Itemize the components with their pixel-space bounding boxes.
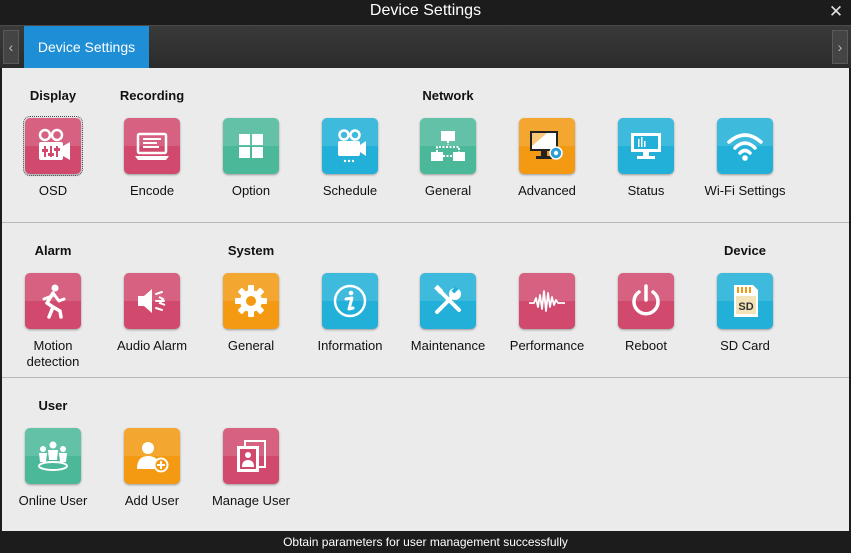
sd-card-button[interactable]: SD SD Card — [695, 273, 795, 354]
sd-card-icon: SD — [717, 273, 773, 329]
sd-card-icon-text: SD — [738, 301, 753, 313]
encode-icon — [124, 118, 180, 174]
chevron-left-icon: ‹ — [8, 39, 14, 55]
section-divider — [2, 222, 849, 223]
performance-label: Performance — [509, 338, 585, 353]
category-network: Network — [422, 88, 474, 103]
information-button[interactable]: Information — [300, 273, 400, 354]
encode-button[interactable]: Encode — [102, 118, 202, 199]
category-alarm: Alarm — [34, 243, 72, 258]
chevron-right-icon: › — [837, 39, 843, 55]
wifi-icon — [717, 118, 773, 174]
power-icon — [618, 273, 674, 329]
section-divider — [2, 377, 849, 378]
tools-icon — [420, 273, 476, 329]
category-device: Device — [724, 243, 766, 258]
reboot-label: Reboot — [625, 338, 667, 353]
system-general-button[interactable]: General — [201, 273, 301, 354]
audio-alarm-button[interactable]: Audio Alarm — [102, 273, 202, 354]
waveform-icon — [519, 273, 575, 329]
advanced-label: Advanced — [518, 183, 576, 198]
motion-detection-button[interactable]: Motion detection — [3, 273, 103, 370]
category-display: Display — [29, 88, 77, 103]
title-bar: Device Settings ✕ — [0, 0, 851, 25]
option-label: Option — [231, 183, 271, 198]
reboot-button[interactable]: Reboot — [596, 273, 696, 354]
monitor-status-icon — [618, 118, 674, 174]
manage-user-icon — [223, 428, 279, 484]
osd-button[interactable]: OSD — [3, 116, 103, 199]
schedule-button[interactable]: Schedule — [300, 118, 400, 199]
motion-detection-label: Motion detection — [3, 338, 103, 370]
sd-card-label: SD Card — [720, 338, 770, 353]
category-recording: Recording — [119, 88, 185, 103]
audio-alarm-label: Audio Alarm — [116, 338, 188, 353]
close-icon: ✕ — [828, 2, 844, 21]
status-button[interactable]: Status — [596, 118, 696, 199]
camera-schedule-icon — [322, 118, 378, 174]
maintenance-label: Maintenance — [410, 338, 486, 353]
motion-detection-label-line2: detection — [26, 354, 80, 369]
gear-icon — [223, 273, 279, 329]
category-system: System — [227, 243, 275, 258]
add-user-label: Add User — [124, 493, 180, 508]
wifi-settings-button[interactable]: Wi-Fi Settings — [695, 118, 795, 199]
manage-user-button[interactable]: Manage User — [201, 428, 301, 509]
advanced-button[interactable]: Advanced — [497, 118, 597, 199]
close-button[interactable]: ✕ — [827, 2, 845, 22]
running-man-icon — [25, 273, 81, 329]
information-label: Information — [317, 338, 383, 353]
encode-label: Encode — [129, 183, 175, 198]
tab-bar: ‹ Device Settings › — [0, 25, 851, 69]
status-label: Status — [627, 183, 665, 198]
add-user-button[interactable]: Add User — [102, 428, 202, 509]
tab-scroll-right-button[interactable]: › — [832, 30, 848, 64]
motion-detection-label-line1: Motion — [33, 338, 73, 353]
network-general-label: General — [424, 183, 472, 198]
users-icon — [25, 428, 81, 484]
status-bar: Obtain parameters for user management su… — [0, 531, 851, 553]
system-general-label: General — [227, 338, 275, 353]
add-user-icon — [124, 428, 180, 484]
grid-icon — [223, 118, 279, 174]
maintenance-button[interactable]: Maintenance — [398, 273, 498, 354]
option-button[interactable]: Option — [201, 118, 301, 199]
online-user-button[interactable]: Online User — [3, 428, 103, 509]
monitor-gear-icon — [519, 118, 575, 174]
schedule-label: Schedule — [322, 183, 378, 198]
osd-label: OSD — [38, 183, 68, 198]
manage-user-label: Manage User — [211, 493, 291, 508]
tab-scroll-left-button[interactable]: ‹ — [3, 30, 19, 64]
speaker-alarm-icon — [124, 273, 180, 329]
tab-device-settings[interactable]: Device Settings — [24, 26, 149, 69]
network-icon — [420, 118, 476, 174]
settings-panel: Display Recording Network OSD Encode Opt… — [2, 68, 849, 531]
wifi-settings-label: Wi-Fi Settings — [704, 183, 786, 198]
performance-button[interactable]: Performance — [497, 273, 597, 354]
network-general-button[interactable]: General — [398, 118, 498, 199]
online-user-label: Online User — [18, 493, 88, 508]
osd-icon — [23, 116, 83, 176]
info-icon — [322, 273, 378, 329]
window-title: Device Settings — [369, 2, 482, 19]
category-user: User — [38, 398, 68, 413]
